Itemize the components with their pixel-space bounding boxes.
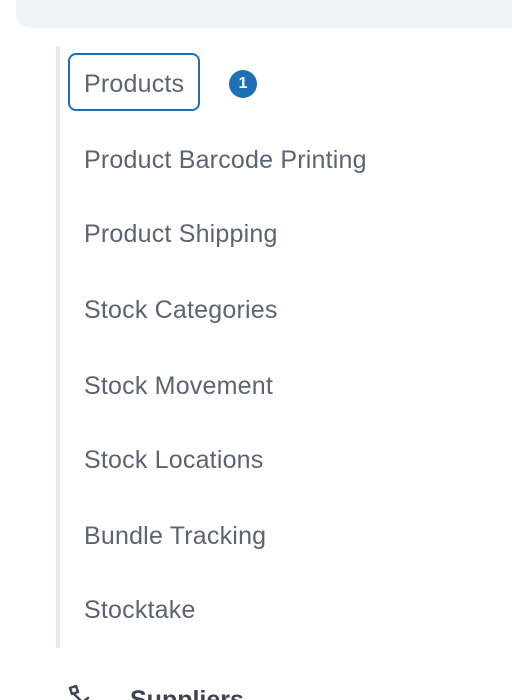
menu-item-stock-movement[interactable]: Stock Movement bbox=[84, 366, 273, 406]
menu-item-stocktake[interactable]: Stocktake bbox=[84, 590, 196, 630]
page: Products Product Barcode Printing Produc… bbox=[0, 0, 512, 700]
menu-item-products[interactable]: Products bbox=[68, 53, 201, 111]
menu-item-product-shipping[interactable]: Product Shipping bbox=[84, 214, 278, 254]
menu-item-stock-categories[interactable]: Stock Categories bbox=[84, 290, 278, 330]
sidebar-item-label: Suppliers bbox=[130, 686, 244, 700]
inventory-submenu: Products Product Barcode Printing Produc… bbox=[56, 46, 512, 648]
top-panel bbox=[16, 0, 512, 28]
menu-item-stock-locations[interactable]: Stock Locations bbox=[84, 440, 264, 480]
menu-item-product-barcode-printing[interactable]: Product Barcode Printing bbox=[84, 140, 367, 180]
menu-item-bundle-tracking[interactable]: Bundle Tracking bbox=[84, 516, 266, 556]
step-badge: 1 bbox=[229, 70, 257, 98]
supplier-icon bbox=[68, 684, 90, 700]
